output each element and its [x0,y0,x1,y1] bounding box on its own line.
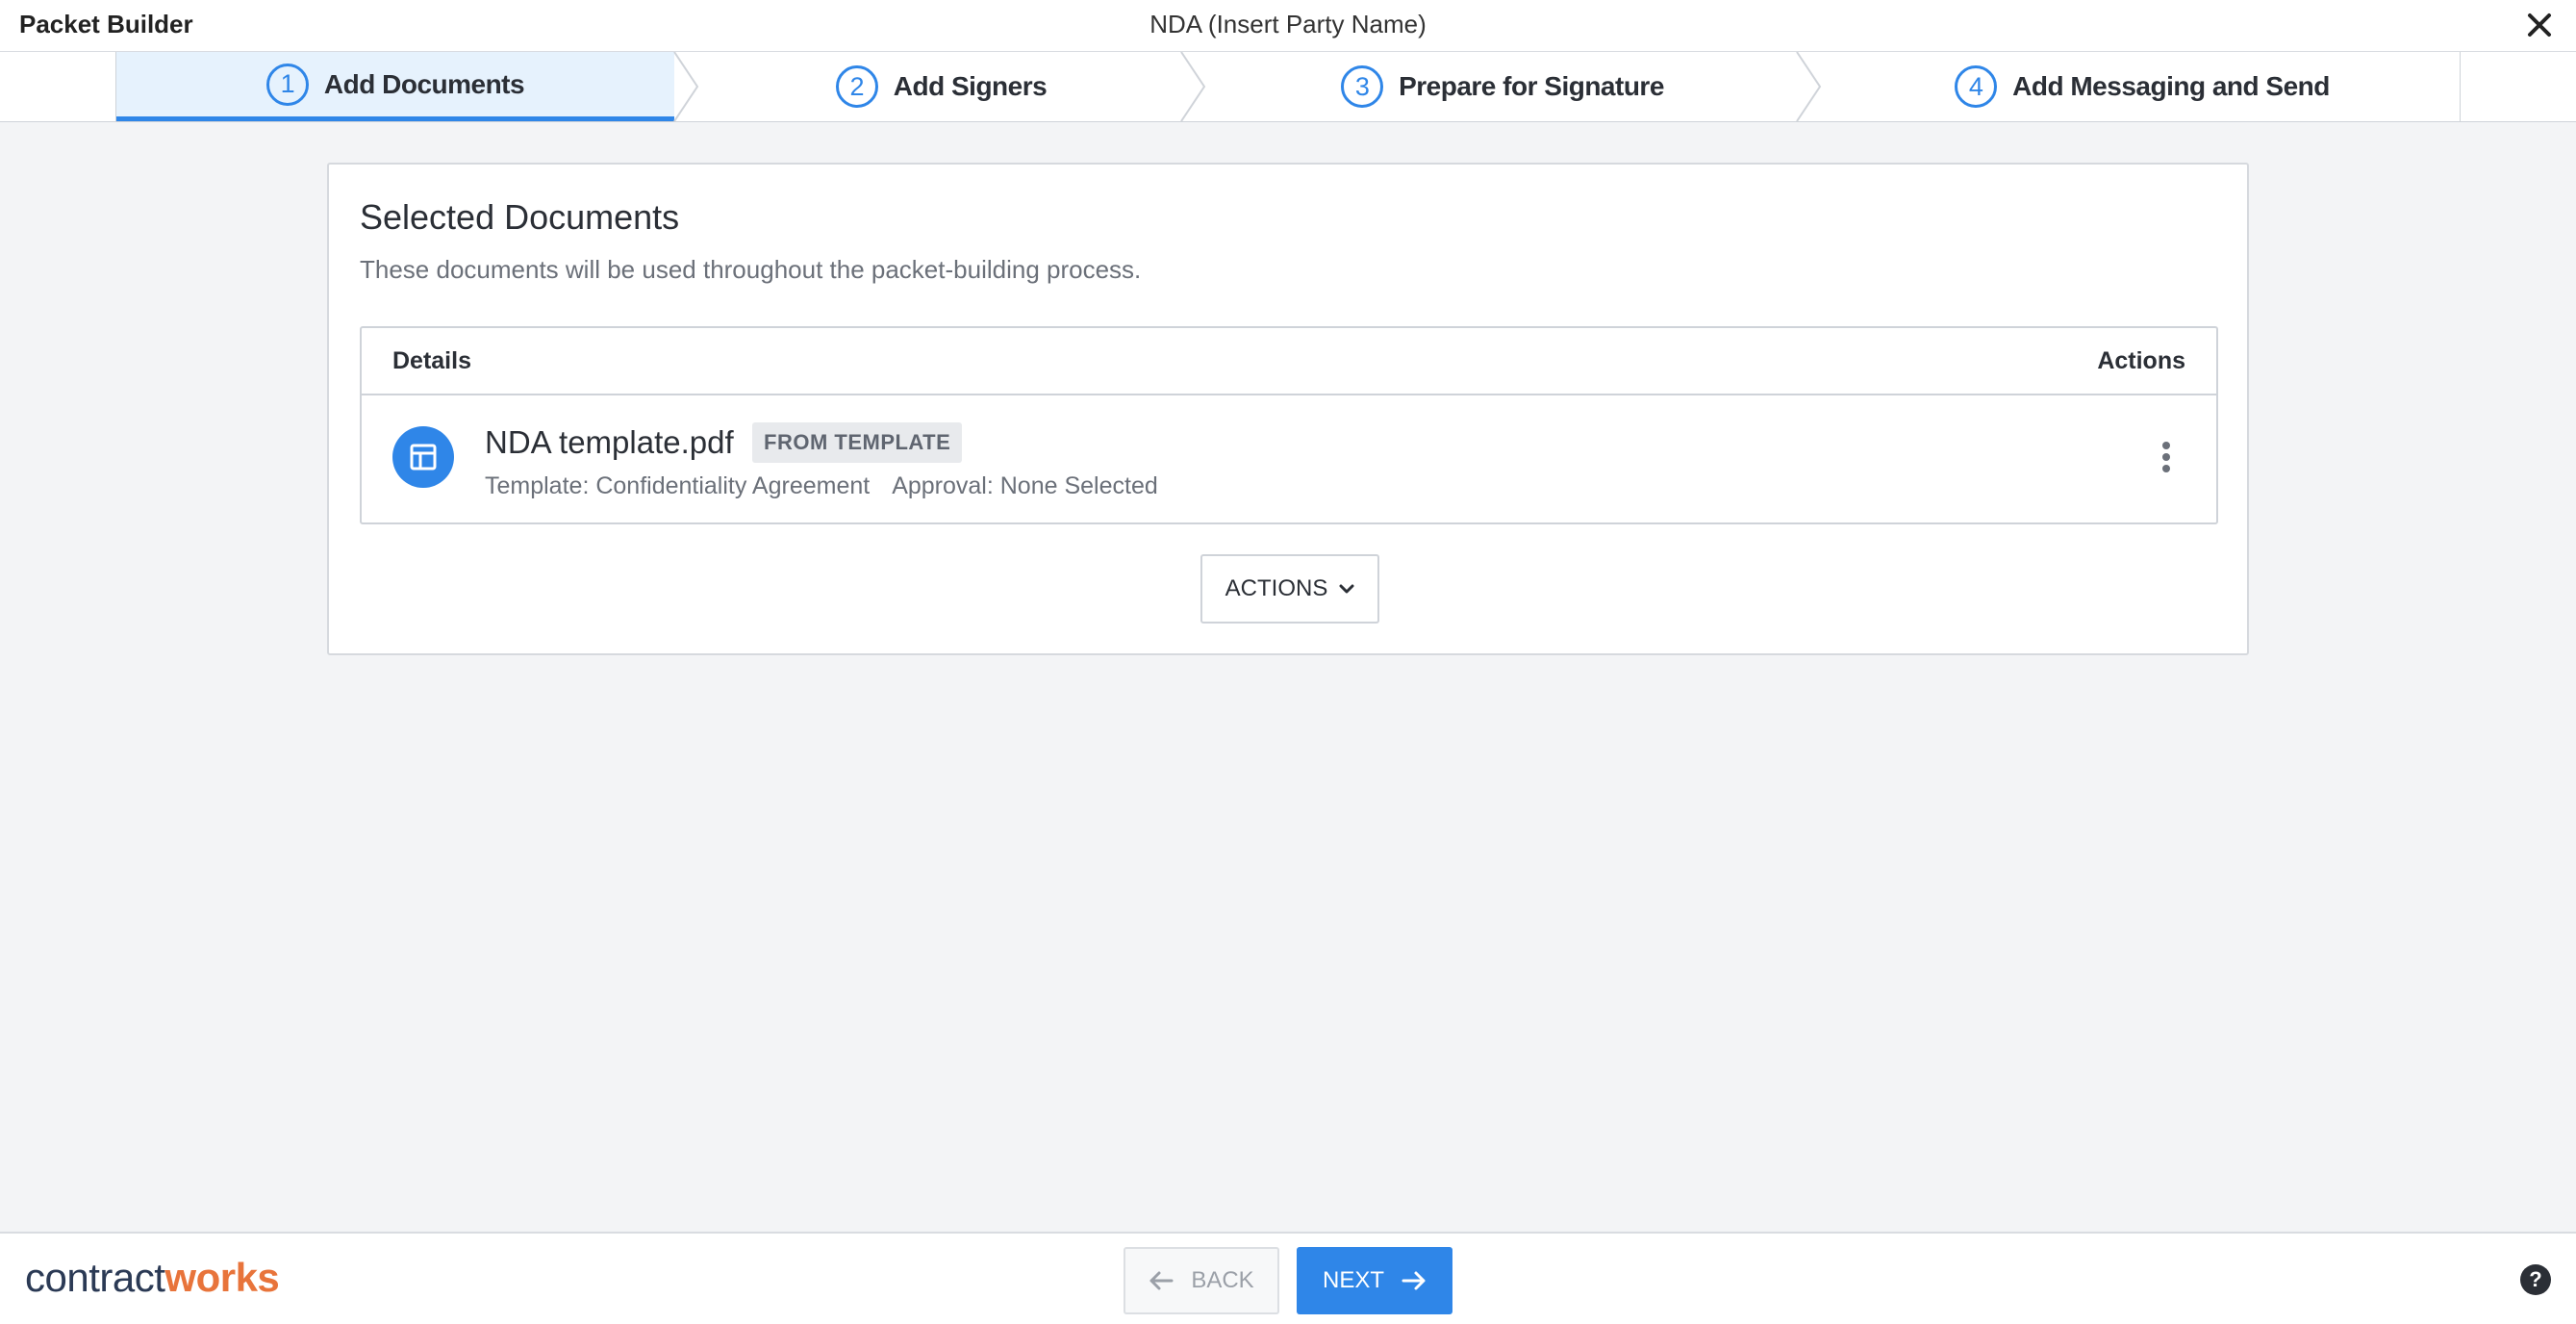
document-meta: Template: Confidentiality Agreement Appr… [485,472,1158,500]
approval-info: Approval: None Selected [892,472,1158,499]
close-icon [2528,13,2551,37]
document-title: NDA (Insert Party Name) [1149,10,1427,38]
next-button[interactable]: NEXT [1297,1247,1452,1314]
help-button[interactable]: ? [2520,1264,2551,1295]
arrow-right-icon [1402,1271,1426,1290]
step-separator [1180,52,1206,121]
step-add-signers[interactable]: 2 Add Signers [703,52,1179,121]
kebab-dot-icon [2162,442,2170,449]
chevron-down-icon [1339,584,1354,594]
footer-bar: contractworks BACK NEXT ? [0,1232,2576,1324]
step-label: Prepare for Signature [1399,71,1664,101]
back-button[interactable]: BACK [1124,1247,1279,1314]
kebab-dot-icon [2162,453,2170,461]
document-name[interactable]: NDA template.pdf [485,424,734,461]
step-separator [1796,52,1822,121]
table-row[interactable]: NDA template.pdf FROM TEMPLATE Template:… [362,395,2216,524]
step-number: 1 [265,63,309,106]
title-bar: Packet Builder NDA (Insert Party Name) [0,0,2576,52]
arrow-left-icon [1149,1271,1174,1290]
next-label: NEXT [1322,1267,1384,1293]
step-label: Add Messaging and Send [2012,71,2330,101]
step-label: Add Documents [323,68,525,99]
table-header: Details Actions [362,328,2216,395]
documents-table: Details Actions NDA template.pdf FROM TE… [360,326,2218,524]
template-info: Template: Confidentiality Agreement [485,472,871,499]
step-add-messaging-and-send[interactable]: 4 Add Messaging and Send [1824,52,2461,121]
template-icon [392,426,454,488]
kebab-dot-icon [2162,465,2170,472]
actions-dropdown-button[interactable]: ACTIONS [1200,554,1379,624]
wizard-stepper: 1 Add Documents 2 Add Signers 3 Prepare … [0,52,2576,122]
back-label: BACK [1191,1267,1254,1293]
selected-documents-card: Selected Documents These documents will … [327,163,2249,655]
step-prepare-for-signature[interactable]: 3 Prepare for Signature [1208,52,1797,121]
step-separator [673,52,699,121]
step-number: 4 [1955,65,1998,108]
card-title: Selected Documents [360,197,680,237]
column-header-details: Details [392,347,471,374]
actions-label: ACTIONS [1225,575,1328,601]
step-label: Add Signers [893,71,1048,101]
step-number: 2 [835,65,878,108]
contractworks-logo: contractworks [25,1255,280,1300]
help-icon: ? [2529,1267,2542,1291]
close-button[interactable] [2520,6,2559,44]
column-header-actions: Actions [2097,347,2185,374]
step-number: 3 [1341,65,1384,108]
card-subtitle: These documents will be used throughout … [360,255,1142,284]
from-template-badge: FROM TEMPLATE [752,422,963,463]
row-more-menu-button[interactable] [2155,438,2178,476]
step-add-documents[interactable]: 1 Add Documents [116,52,674,121]
